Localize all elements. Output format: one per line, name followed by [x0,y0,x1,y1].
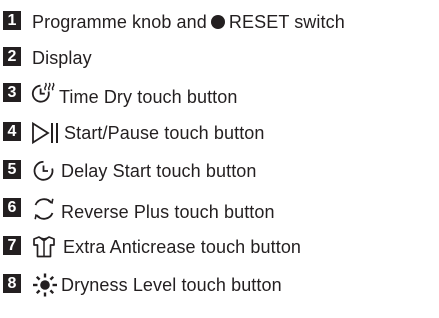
item-label: Display [32,48,92,68]
legend-item-7: 7 Extra Anticrease touch button [3,232,301,262]
legend-item-2: 2 Display [3,43,92,73]
clock-icon [31,158,57,184]
item-number-badge: 4 [3,122,21,141]
legend-item-6: 6 Reverse Plus touch button [3,194,275,224]
item-label: Delay Start touch button [61,161,257,181]
item-label: Programme knob and RESET switch [32,11,345,33]
legend-item-8: 8 Dryness Level touch button [3,270,282,300]
play-pause-icon [31,121,61,145]
filled-circle-icon [210,15,225,29]
clock-steam-icon [31,81,57,107]
item-label: Dryness Level touch button [61,275,282,295]
item-number-badge: 3 [3,83,21,102]
item-label: Time Dry touch button [59,87,238,107]
item-label: Extra Anticrease touch button [63,237,302,257]
item-label: Reverse Plus touch button [61,202,275,222]
item-number-badge: 5 [3,160,21,179]
item-label: Start/Pause touch button [64,123,265,143]
legend-item-1: 1 Programme knob and RESET switch [3,7,345,37]
legend-item-3: 3 Time Dry touch button [3,79,238,109]
reverse-arrows-icon [31,196,57,222]
legend-item-5: 5 Delay Start touch button [3,156,257,186]
item-number-badge: 6 [3,198,21,217]
shirt-icon [31,234,57,260]
item-number-badge: 1 [3,11,21,30]
item-number-badge: 8 [3,274,21,293]
legend-item-4: 4 Start/Pause touch button [3,118,265,148]
item-number-badge: 7 [3,236,21,255]
item-number-badge: 2 [3,47,21,66]
sun-dryness-icon [31,272,59,298]
item-label-text: Programme knob and [32,12,207,32]
item-label-extra: RESET switch [228,12,345,32]
